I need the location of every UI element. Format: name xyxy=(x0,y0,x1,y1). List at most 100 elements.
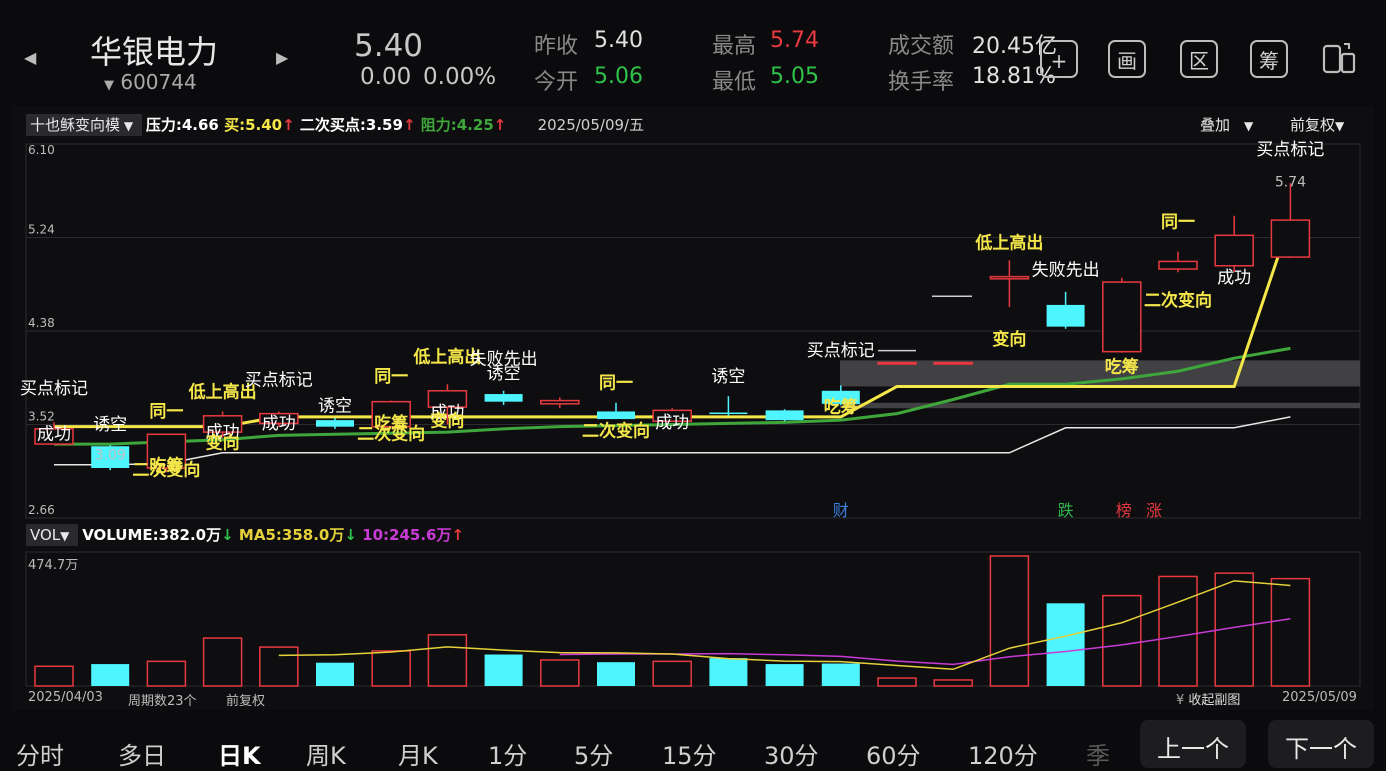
draw-icon: 画 xyxy=(1117,49,1137,73)
signal-label: 失败先出 xyxy=(1032,261,1100,281)
signal-label: 二次变向 xyxy=(357,424,425,445)
draw-button[interactable]: 画 xyxy=(1108,40,1146,78)
signal-label: 低上高出 xyxy=(974,232,1043,253)
signal-label: 买点标记 xyxy=(807,341,875,361)
vol-ymax-label: 474.7万 xyxy=(28,558,79,573)
collapse-label: 收起副图 xyxy=(1188,693,1241,708)
support-zone xyxy=(840,360,1360,387)
candle xyxy=(765,409,804,422)
range-button[interactable]: 区 xyxy=(1180,40,1218,78)
next-button[interactable]: 下一个 xyxy=(1268,720,1374,768)
candle xyxy=(316,417,354,429)
volume-bar xyxy=(765,664,804,686)
high-value: 5.74 xyxy=(770,28,819,53)
signal-label: 同一 xyxy=(599,374,633,394)
candle-body xyxy=(989,275,1030,280)
kline-panel[interactable]: 十也稣变向模 ▼ 压力:4.66 买:5.40↑ 二次买点:3.59↑ 阻力:4… xyxy=(12,106,1374,710)
signal-label: 买点标记 xyxy=(245,370,313,390)
last-price: 5.40 xyxy=(354,28,424,64)
stock-code-selector[interactable]: ▼ 600744 xyxy=(104,70,197,94)
volume-bar xyxy=(652,660,692,687)
price-change: 0.00 xyxy=(360,64,412,90)
signal-label: 诱空 xyxy=(711,367,745,387)
volume-ma5-line xyxy=(278,580,1291,671)
signal-label: 变向 xyxy=(992,329,1026,350)
switch-device-icon xyxy=(1322,43,1356,74)
tab-6[interactable]: 5分 xyxy=(574,736,613,771)
price-change-pct: 0.00% xyxy=(423,64,497,90)
volume-bar xyxy=(709,658,748,686)
tab-2[interactable]: 日K xyxy=(218,736,261,771)
prev-button[interactable]: 上一个 xyxy=(1140,720,1246,768)
candle xyxy=(709,396,748,416)
chips-button[interactable]: 筹 xyxy=(1250,40,1288,78)
signal-label: 3.09 xyxy=(95,447,126,463)
signal-label: 成功 xyxy=(655,413,689,433)
signal-label: 成功 xyxy=(262,414,296,434)
signal-label: 吃筹 xyxy=(824,397,858,418)
adjust-info: 前复权 xyxy=(226,694,266,709)
prev-stock-arrow[interactable]: ◀ xyxy=(24,48,36,67)
candle-body xyxy=(765,410,804,421)
signal-label: 二次变向 xyxy=(582,420,650,441)
collapse-subchart-button[interactable]: ¥ 收起副图 xyxy=(1176,689,1240,708)
kline-chart[interactable]: 2.663.524.385.246.10买点标记成功 诱空3.09同一吃筹二次变向… xyxy=(12,106,1374,710)
tab-5[interactable]: 1分 xyxy=(488,736,527,771)
y-tick-label: 3.52 xyxy=(28,410,55,424)
tab-7[interactable]: 15分 xyxy=(662,736,717,771)
candle xyxy=(1046,291,1085,329)
end-date: 2025/05/09 xyxy=(1282,690,1357,705)
candle-body xyxy=(709,412,748,415)
volume-bar xyxy=(259,646,299,687)
volume-bar xyxy=(821,663,860,686)
tab-3[interactable]: 周K xyxy=(306,736,346,771)
amount-label: 成交额 xyxy=(888,34,955,59)
tab-1[interactable]: 多日 xyxy=(118,736,166,771)
tab-10[interactable]: 120分 xyxy=(968,736,1038,771)
switch-device-button[interactable] xyxy=(1320,40,1358,78)
event-tag: 跌 xyxy=(1058,501,1074,520)
signal-label: 同一 xyxy=(149,402,183,422)
signal-label: 买点标记 xyxy=(20,379,88,399)
volume-bar xyxy=(1102,594,1142,687)
volume-bar xyxy=(989,555,1030,687)
volume-bar xyxy=(933,679,973,687)
volume-bar xyxy=(1270,577,1311,687)
volume-bar xyxy=(316,662,354,686)
tab-11[interactable]: 季 xyxy=(1086,736,1110,771)
tab-9[interactable]: 60分 xyxy=(866,736,921,771)
tab-8[interactable]: 30分 xyxy=(764,736,819,771)
event-tag: 榜 xyxy=(1116,501,1132,520)
candle-body xyxy=(933,361,973,365)
start-date: 2025/04/03 xyxy=(28,690,103,705)
volume-bar xyxy=(146,660,187,687)
candle-body xyxy=(1102,281,1142,353)
low-label: 最低 xyxy=(712,70,757,95)
candle xyxy=(1270,183,1311,259)
prev-close-value: 5.40 xyxy=(594,28,643,53)
signal-label: 变向 xyxy=(430,411,464,432)
volume-ma10-line xyxy=(559,617,1291,666)
volume-bar xyxy=(91,664,130,686)
open-value: 5.06 xyxy=(594,64,643,89)
signal-label: 成功 xyxy=(1217,268,1251,288)
tab-4[interactable]: 月K xyxy=(398,736,438,771)
candle-body xyxy=(1046,304,1085,327)
signal-label: 同一 xyxy=(1161,213,1195,233)
prev-label: 上一个 xyxy=(1157,735,1229,763)
y-tick-label: 6.10 xyxy=(28,143,55,157)
candle xyxy=(877,361,917,365)
next-stock-arrow[interactable]: ▶ xyxy=(276,48,288,67)
signal-label: 变向 xyxy=(206,432,240,453)
candle xyxy=(933,361,973,365)
turnover-label: 换手率 xyxy=(888,70,955,95)
add-watchlist-button[interactable]: + xyxy=(1040,40,1078,78)
tab-0[interactable]: 分时 xyxy=(16,736,64,771)
candle-body xyxy=(1158,260,1198,270)
y-tick-label: 2.66 xyxy=(28,503,55,517)
signal-label: 成功 xyxy=(37,425,71,445)
volume-bar xyxy=(34,665,74,687)
collapse-icon: ¥ xyxy=(1176,693,1185,708)
prev-close-label: 昨收 xyxy=(534,34,579,59)
signal-label: 诱空 xyxy=(318,396,352,416)
